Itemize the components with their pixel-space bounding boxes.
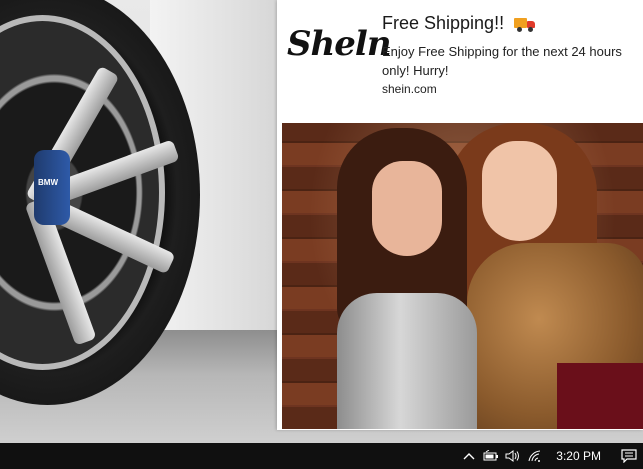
notification-toast[interactable]: Sheln Free Shipping!! Enjoy Free Shippin… — [277, 0, 643, 430]
volume-icon[interactable] — [502, 443, 524, 469]
brake-caliper: BMW — [34, 150, 70, 225]
system-tray: 3:20 PM — [458, 443, 643, 469]
taskbar: 3:20 PM — [0, 443, 643, 469]
silver-dress — [337, 293, 477, 429]
notification-source: shein.com — [382, 82, 437, 96]
model-right-face — [482, 141, 557, 241]
velvet-dress — [557, 363, 643, 429]
model-left-face — [372, 161, 442, 256]
delivery-truck-icon — [514, 16, 536, 32]
shein-logo: Sheln — [287, 24, 392, 64]
notification-body: Enjoy Free Shipping for the next 24 hour… — [382, 44, 622, 78]
action-center-icon[interactable] — [615, 443, 643, 469]
caliper-label: BMW — [38, 178, 58, 187]
wifi-icon[interactable] — [524, 443, 546, 469]
notification-title-row: Free Shipping!! — [382, 13, 536, 34]
notification-title: Free Shipping!! — [382, 13, 505, 33]
taskbar-clock[interactable]: 3:20 PM — [546, 449, 615, 463]
notification-hero-image[interactable] — [282, 123, 643, 429]
battery-icon[interactable] — [480, 443, 502, 469]
chevron-up-icon[interactable] — [458, 443, 480, 469]
